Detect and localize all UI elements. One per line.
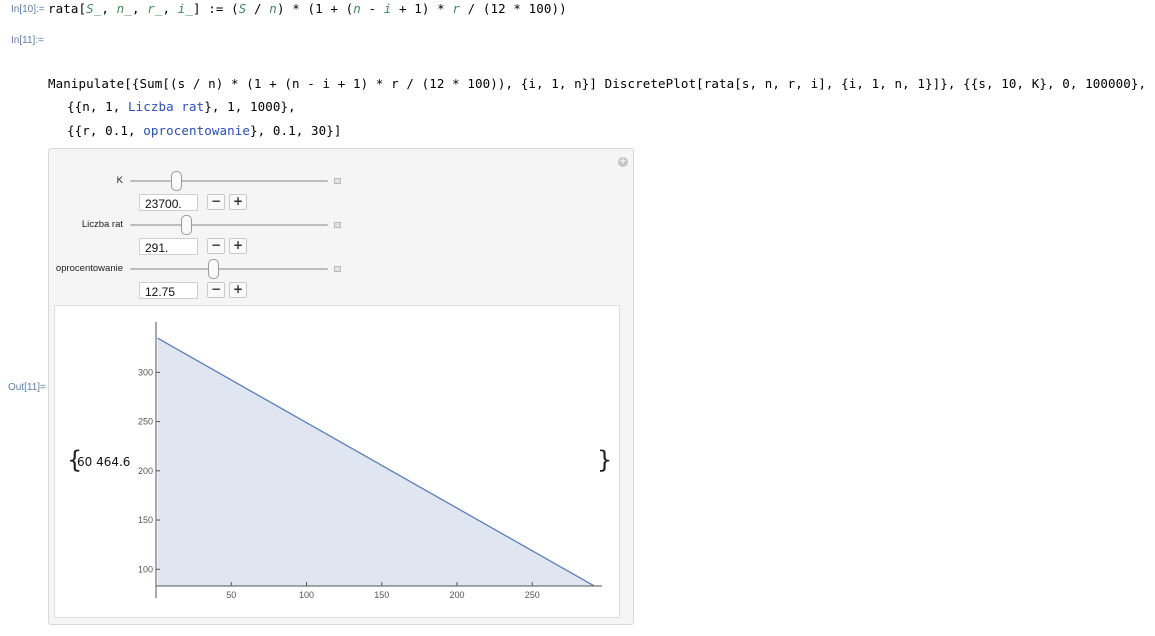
def-part: / (12 * 100)): [460, 1, 567, 16]
value-field-liczba-rat[interactable]: 291.: [139, 238, 198, 255]
def-var-i: i_: [177, 1, 193, 16]
control-label-k: K: [116, 175, 123, 186]
def-part: ,: [162, 1, 178, 16]
x-tick-label: 200: [450, 590, 465, 600]
manipulate-line-1[interactable]: Manipulate[{Sum[(s / n) * (1 + (n - i + …: [48, 76, 1146, 91]
y-tick-label: 100: [138, 564, 153, 574]
slider-oprocentowanie-expand-icon[interactable]: [334, 266, 341, 272]
y-tick-label: 200: [138, 466, 153, 476]
increment-button-oprocentowanie[interactable]: +: [229, 282, 247, 298]
manip-part: {{r, 0.1,: [67, 123, 144, 138]
def-part: rata[: [48, 1, 87, 16]
y-tick-label: 150: [138, 515, 153, 525]
manipulate-line-2[interactable]: {{n, 1, Liczba rat}, 1, 1000},: [67, 99, 296, 114]
x-tick-label: 100: [299, 590, 314, 600]
def-var-n: n: [269, 1, 277, 16]
in11-label: In[11]:=: [11, 35, 44, 46]
def-var-r: r: [452, 1, 461, 16]
slider-liczba-rat[interactable]: [130, 215, 328, 235]
output-pane: { 60 464.6 } 50 100 150 200 250 100 150 200 250 3…: [54, 305, 620, 618]
slider-thumb[interactable]: [181, 215, 193, 235]
x-tick-label: 50: [226, 590, 236, 600]
def-var-r: r_: [147, 1, 163, 16]
manipulate-line-3[interactable]: {{r, 0.1, oprocentowanie}, 0.1, 30}]: [67, 123, 342, 138]
def-part: ) * (1 + (: [276, 1, 354, 16]
slider-thumb[interactable]: [207, 259, 219, 279]
control-label-oprocentowanie: oprocentowanie: [55, 263, 123, 274]
def-part: -: [360, 1, 384, 16]
rata-definition[interactable]: rata[S_, n_, r_, i_] := (S / n) * (1 + (…: [48, 1, 567, 16]
decrement-button-oprocentowanie[interactable]: −: [207, 282, 225, 298]
slider-liczba-rat-expand-icon[interactable]: [334, 222, 341, 228]
x-tick-label: 150: [374, 590, 389, 600]
value-field-oprocentowanie[interactable]: 12.75: [139, 282, 198, 299]
manip-symbol-oprocentowanie: oprocentowanie: [143, 123, 251, 138]
manip-symbol-liczba-rat: Liczba rat: [128, 99, 205, 114]
slider-oprocentowanie[interactable]: [130, 259, 328, 279]
discrete-plot: 50 100 150 200 250 100 150 200 250 300: [138, 322, 602, 600]
slider-k-expand-icon[interactable]: [334, 178, 341, 184]
manipulate-panel: + K 23700. − + Liczba rat 291. − + oproc…: [48, 148, 634, 625]
def-part: /: [246, 1, 270, 16]
value-field-k[interactable]: 23700.: [139, 194, 198, 211]
increment-button-liczba-rat[interactable]: +: [229, 238, 247, 254]
def-part: ,: [131, 1, 148, 16]
x-tick-label: 250: [525, 590, 540, 600]
def-part: + 1) *: [391, 1, 453, 16]
manip-part: }, 1, 1000},: [204, 99, 296, 114]
y-tick-label: 250: [138, 417, 153, 427]
decrement-button-k[interactable]: −: [207, 194, 225, 210]
def-part: ,: [101, 1, 117, 16]
def-var-n: n_: [116, 1, 132, 16]
slider-thumb[interactable]: [170, 171, 182, 191]
manip-part: }, 0.1, 30}]: [250, 123, 342, 138]
manip-part: {{n, 1,: [67, 99, 129, 114]
in10-label: In[10]:=: [11, 4, 45, 15]
increment-button-k[interactable]: +: [229, 194, 247, 210]
decrement-button-liczba-rat[interactable]: −: [207, 238, 225, 254]
y-tick-label: 300: [138, 367, 153, 377]
def-var-s: S_: [86, 1, 102, 16]
def-var-n: n: [353, 1, 361, 16]
slider-k[interactable]: [130, 171, 328, 191]
add-controls-plus-icon[interactable]: +: [618, 157, 628, 167]
out11-label: Out[11]=: [8, 382, 46, 393]
def-part: ] := (: [193, 1, 239, 16]
control-label-liczba-rat: Liczba rat: [81, 219, 123, 230]
